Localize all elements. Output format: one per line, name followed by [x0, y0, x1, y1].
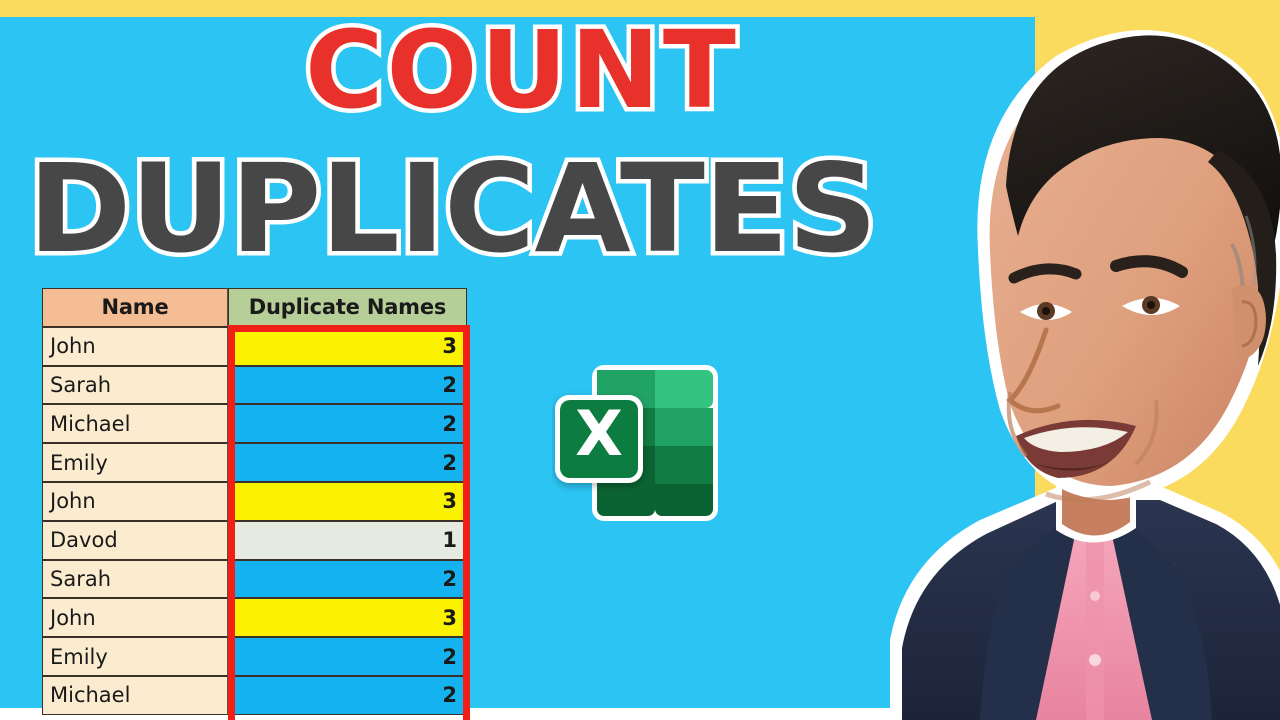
table-row[interactable]: Michael 2: [42, 404, 467, 444]
cell-name[interactable]: Emily: [42, 443, 228, 482]
excel-logo-icon: X: [552, 362, 724, 530]
cell-name[interactable]: Emily: [42, 637, 228, 676]
spreadsheet-table[interactable]: Name Duplicate Names John 3 Sarah 2 Michael 2…: [42, 288, 467, 715]
table-row[interactable]: Emily 2: [42, 637, 467, 676]
cell-duplicate-count[interactable]: 3: [228, 326, 467, 366]
cell-duplicate-count[interactable]: 3: [228, 598, 467, 638]
cell-name[interactable]: John: [42, 481, 228, 521]
table-row[interactable]: Davod 1: [42, 520, 467, 560]
headline-count: COUNT: [301, 9, 741, 133]
cell-duplicate-count[interactable]: 2: [228, 365, 467, 405]
table-body: John 3 Sarah 2 Michael 2 Emily 2 John 3 Davod 1 Sara…: [42, 326, 467, 715]
cell-duplicate-count[interactable]: 3: [228, 481, 467, 521]
cell-name[interactable]: Michael: [42, 675, 228, 715]
table-row[interactable]: John 3: [42, 326, 467, 366]
cell-duplicate-count[interactable]: 2: [228, 443, 467, 482]
table-row[interactable]: Emily 2: [42, 443, 467, 482]
cell-duplicate-count[interactable]: 2: [228, 675, 467, 715]
cell-duplicate-count[interactable]: 1: [228, 520, 467, 560]
table-row[interactable]: Michael 2: [42, 675, 467, 715]
cell-duplicate-count[interactable]: 2: [228, 637, 467, 676]
cell-name[interactable]: Sarah: [42, 365, 228, 405]
presenter-photo: [860, 0, 1280, 720]
cell-duplicate-count[interactable]: 2: [228, 404, 467, 444]
cell-name[interactable]: Michael: [42, 404, 228, 444]
cell-name[interactable]: Sarah: [42, 559, 228, 599]
cell-name[interactable]: John: [42, 598, 228, 638]
cell-name[interactable]: John: [42, 326, 228, 366]
column-header-duplicate-names: Duplicate Names: [228, 288, 467, 327]
excel-logo-letter: X: [575, 397, 623, 470]
cell-name[interactable]: Davod: [42, 520, 228, 560]
headline-duplicates: DUPLICATES: [23, 138, 882, 280]
cell-duplicate-count[interactable]: 2: [228, 559, 467, 599]
table-row[interactable]: John 3: [42, 598, 467, 638]
table-row[interactable]: Sarah 2: [42, 365, 467, 405]
table-header-row: Name Duplicate Names: [42, 288, 467, 327]
thumbnail-canvas: COUNT DUPLICATES X Name Duplicate Names …: [0, 0, 1280, 720]
table-row[interactable]: Sarah 2: [42, 559, 467, 599]
column-header-name: Name: [42, 288, 228, 327]
table-row[interactable]: John 3: [42, 481, 467, 521]
